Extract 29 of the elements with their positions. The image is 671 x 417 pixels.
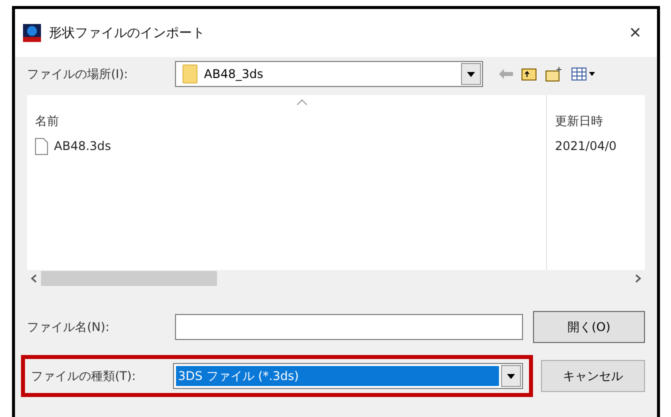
- new-folder-icon[interactable]: [545, 66, 563, 82]
- field-label: ファイルの種類(T):: [31, 368, 137, 384]
- scroll-thumb[interactable]: [41, 271, 217, 286]
- cancel-button[interactable]: キャンセル: [541, 360, 645, 392]
- caret-icon: [467, 72, 475, 76]
- column-header[interactable]: 名前: [35, 113, 538, 130]
- scroll-left-icon[interactable]: [31, 274, 37, 283]
- file-icon: [35, 138, 48, 154]
- date-cell-text: 2021/04/0: [555, 138, 618, 155]
- file-type-dropdown[interactable]: 3DS ファイル (*.3ds): [173, 363, 523, 389]
- scroll-right-icon[interactable]: [635, 274, 641, 283]
- dropdown-button[interactable]: [501, 365, 521, 387]
- caret-icon: [507, 374, 515, 378]
- up-folder-icon[interactable]: [521, 67, 537, 81]
- dropdown-button[interactable]: [461, 63, 481, 85]
- field-label: ファイル名(N):: [27, 318, 110, 336]
- location-dropdown[interactable]: AB48_3ds: [175, 61, 483, 87]
- window-title: 形状ファイルのインポート: [49, 25, 206, 42]
- view-menu-icon[interactable]: [571, 67, 595, 81]
- folder-icon: [182, 64, 198, 84]
- open-button[interactable]: 開く(O): [533, 311, 645, 343]
- column-header[interactable]: 更新日時: [555, 113, 637, 130]
- sort-caret-icon: [296, 99, 307, 105]
- field-label: ファイルの場所(I):: [27, 66, 129, 82]
- file-name-field[interactable]: [175, 314, 523, 340]
- close-button[interactable]: ×: [625, 22, 645, 44]
- file-item[interactable]: AB48.3ds: [35, 136, 538, 156]
- selected-value: 3DS ファイル (*.3ds): [176, 366, 499, 386]
- app-icon: [23, 24, 41, 42]
